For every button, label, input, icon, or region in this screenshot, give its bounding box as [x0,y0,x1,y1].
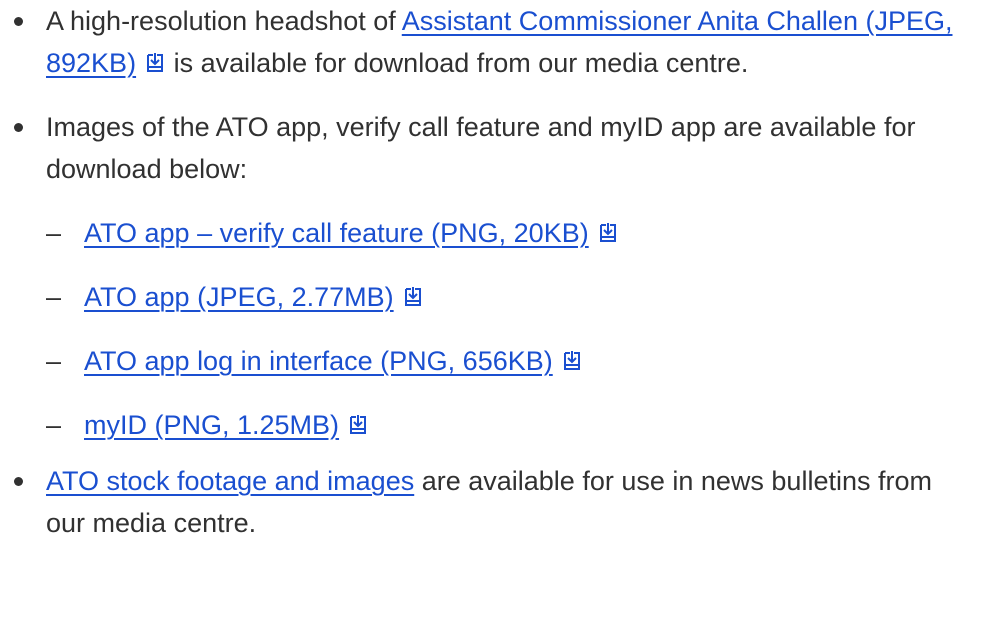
dash-marker: – [46,218,62,248]
sublist-item: – ATO app – verify call feature (PNG, 20… [46,212,976,254]
list-item-headshot: A high-resolution headshot of Assistant … [14,0,976,84]
headshot-suffix-text: is available for download from our media… [166,48,749,78]
media-resources-list: A high-resolution headshot of Assistant … [14,0,976,544]
sublist-item: – ATO app log in interface (PNG, 656KB) [46,340,976,382]
download-icon[interactable] [597,222,619,244]
myid-download-link[interactable]: myID (PNG, 1.25MB) [84,410,339,440]
dash-marker: – [46,346,62,376]
verify-call-download-link[interactable]: ATO app – verify call feature (PNG, 20KB… [84,218,589,248]
download-icon[interactable] [144,52,166,74]
ato-app-download-link[interactable]: ATO app (JPEG, 2.77MB) [84,282,394,312]
sublist-item: – myID (PNG, 1.25MB) [46,404,976,446]
dash-marker: – [46,410,62,440]
download-icon[interactable] [347,414,369,436]
list-item-app-images: Images of the ATO app, verify call featu… [14,106,976,446]
stock-footage-link[interactable]: ATO stock footage and images [46,466,414,496]
media-resources-content: A high-resolution headshot of Assistant … [0,0,976,544]
dash-marker: – [46,282,62,312]
download-icon[interactable] [402,286,424,308]
list-item-stock-footage: ATO stock footage and images are availab… [14,460,976,544]
app-images-sublist: – ATO app – verify call feature (PNG, 20… [46,212,976,446]
headshot-prefix-text: A high-resolution headshot of [46,6,402,36]
sublist-item: – ATO app (JPEG, 2.77MB) [46,276,976,318]
download-icon[interactable] [561,350,583,372]
app-images-text: Images of the ATO app, verify call featu… [46,112,916,184]
login-interface-download-link[interactable]: ATO app log in interface (PNG, 656KB) [84,346,553,376]
